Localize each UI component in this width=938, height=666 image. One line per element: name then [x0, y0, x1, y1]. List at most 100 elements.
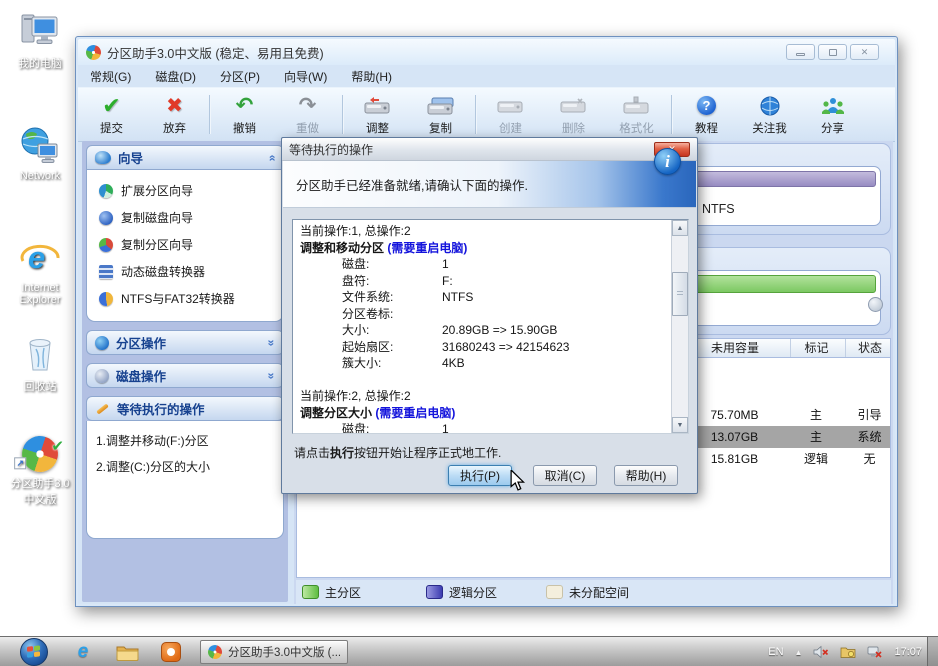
- column-status[interactable]: 状态: [845, 339, 894, 357]
- check-badge-icon: ✔: [52, 437, 65, 455]
- execute-button[interactable]: 执行(P): [448, 465, 512, 486]
- sidebar-item-ntfs-fat32-converter[interactable]: NTFS与FAT32转换器: [87, 285, 283, 312]
- start-button[interactable]: [20, 638, 48, 666]
- maximize-button[interactable]: [818, 44, 847, 60]
- wizard-icon: [95, 151, 111, 164]
- toolbar-follow-button[interactable]: 关注我: [738, 90, 801, 139]
- desktop-icon-partition-assistant[interactable]: ✔ ↗ 分区助手3.0中文版: [7, 430, 73, 507]
- media-app-icon: [161, 642, 181, 662]
- section-header-disk-ops[interactable]: 磁盘操作 »: [86, 363, 284, 388]
- recycle-bin-icon: [7, 333, 73, 375]
- network-icon: [7, 125, 73, 167]
- pencil-icon: [95, 401, 110, 416]
- sidebar-item-extend-partition-wizard[interactable]: 扩展分区向导: [87, 177, 283, 204]
- toolbar-commit-button[interactable]: ✔ 提交: [80, 90, 143, 139]
- desktop-icon-label: 分区助手3.0中文版: [7, 475, 73, 507]
- section-header-partition-ops[interactable]: 分区操作 »: [86, 330, 284, 355]
- toolbar-tutorial-button[interactable]: ? 教程: [675, 90, 738, 139]
- taskbar: e 分区助手3.0中文版 (... EN ▲: [0, 636, 938, 666]
- scrollbar[interactable]: ▲ ▼: [671, 220, 688, 433]
- menu-general[interactable]: 常规(G): [90, 68, 131, 85]
- dynamic-disk-icon: [99, 265, 113, 279]
- tray-network-error-icon[interactable]: [867, 645, 883, 659]
- menu-wizard[interactable]: 向导(W): [284, 68, 327, 85]
- scrollbar-down-button[interactable]: ▼: [672, 417, 688, 433]
- menu-help[interactable]: 帮助(H): [351, 68, 392, 85]
- taskbar-explorer-button[interactable]: [114, 640, 140, 664]
- section-header-pending-ops[interactable]: 等待执行的操作: [86, 396, 284, 421]
- toolbar-undo-button[interactable]: ↶ 撤销: [213, 90, 276, 139]
- toolbar-copy-button[interactable]: 复制: [409, 90, 472, 139]
- desktop-icon-internet-explorer[interactable]: e Internet Explorer: [7, 237, 73, 306]
- operations-list[interactable]: 当前操作:1, 总操作:2 调整和移动分区 (需要重启电脑) 磁盘:1 盘符:F…: [292, 219, 689, 434]
- expand-chevron-icon: »: [267, 372, 277, 379]
- pending-operations-dialog: 等待执行的操作 ✕ 分区助手已经准备就绪,请确认下面的操作. i 当前操作:1,…: [281, 137, 698, 494]
- pending-operations-panel: 1.调整并移动(F:)分区 2.调整(C:)分区的大小: [86, 421, 284, 539]
- scrollbar-thumb[interactable]: [672, 272, 688, 316]
- desktop-icon-network[interactable]: Network: [7, 125, 73, 182]
- collapse-chevron-icon: »: [267, 154, 277, 161]
- pending-op-item[interactable]: 2.调整(C:)分区的大小: [87, 454, 283, 480]
- help-button[interactable]: 帮助(H): [614, 465, 678, 486]
- desktop-icon-recycle-bin[interactable]: 回收站: [7, 333, 73, 394]
- window-titlebar[interactable]: 分区助手3.0中文版 (稳定、易用且免费) ✕: [78, 39, 895, 65]
- logical-swatch: [426, 585, 443, 599]
- tray-security-icon[interactable]: [840, 645, 856, 659]
- legend-unallocated: 未分配空间: [546, 584, 629, 601]
- tray-language-indicator[interactable]: EN: [768, 646, 783, 658]
- tutorial-icon: ?: [697, 94, 716, 118]
- tray-volume-muted-icon[interactable]: [813, 645, 829, 659]
- dialog-titlebar[interactable]: 等待执行的操作 ✕: [282, 138, 697, 161]
- taskbar-app-label: 分区助手3.0中文版 (...: [228, 644, 340, 660]
- copy-partition-wizard-icon: [99, 238, 113, 252]
- op2-name: 调整分区大小: [300, 406, 372, 420]
- op1-header: 当前操作:1, 总操作:2: [300, 223, 664, 240]
- desktop-icon-label: Network: [7, 170, 73, 182]
- op2-restart-warning: (需要重启电脑): [375, 406, 455, 420]
- dialog-message: 分区助手已经准备就绪,请确认下面的操作.: [296, 175, 528, 194]
- tray-expand-icon[interactable]: ▲: [795, 648, 803, 657]
- window-title: 分区助手3.0中文版 (稳定、易用且免费): [107, 43, 324, 62]
- scrollbar-up-button[interactable]: ▲: [672, 220, 688, 236]
- toolbar-share-button[interactable]: 分享: [801, 90, 864, 139]
- desktop-icon-label: 回收站: [7, 378, 73, 394]
- toolbar-separator: [475, 95, 476, 134]
- toolbar-format-button: 格式化: [605, 90, 668, 139]
- taskbar-app-button[interactable]: 分区助手3.0中文版 (...: [200, 640, 348, 664]
- taskbar-ie-button[interactable]: e: [70, 640, 96, 664]
- show-desktop-button[interactable]: [927, 637, 938, 666]
- app-icon: [206, 643, 224, 661]
- folder-icon: [116, 643, 139, 661]
- minimize-button[interactable]: [786, 44, 815, 60]
- dialog-header: 分区助手已经准备就绪,请确认下面的操作.: [283, 161, 696, 208]
- cancel-button[interactable]: 取消(C): [533, 465, 597, 486]
- resize-disk-icon: [364, 94, 391, 118]
- sidebar-item-copy-disk-wizard[interactable]: 复制磁盘向导: [87, 204, 283, 231]
- toolbar: ✔ 提交 ✖ 放弃 ↶ 撤销 ↷ 重做: [78, 87, 895, 142]
- tray-clock[interactable]: 17:07: [894, 646, 922, 658]
- window-close-button[interactable]: ✕: [850, 44, 879, 60]
- delete-disk-icon: [560, 94, 587, 118]
- share-people-icon: [821, 94, 845, 118]
- shortcut-arrow-icon: ↗: [14, 457, 26, 469]
- windows-logo-icon: [27, 645, 41, 659]
- menu-disk[interactable]: 磁盘(D): [155, 68, 196, 85]
- op2-header: 当前操作:2, 总操作:2: [300, 388, 664, 405]
- resize-handle[interactable]: [868, 297, 883, 312]
- toolbar-create-button: 创建: [479, 90, 542, 139]
- pending-op-item[interactable]: 1.调整并移动(F:)分区: [87, 428, 283, 454]
- taskbar-media-button[interactable]: [158, 640, 184, 664]
- legend-logical-partition: 逻辑分区: [426, 584, 497, 601]
- menu-partition[interactable]: 分区(P): [220, 68, 260, 85]
- sidebar-item-copy-partition-wizard[interactable]: 复制分区向导: [87, 231, 283, 258]
- column-flag[interactable]: 标记: [790, 339, 842, 357]
- sidebar-item-dynamic-disk-converter[interactable]: 动态磁盘转换器: [87, 258, 283, 285]
- toolbar-resize-button[interactable]: 调整: [346, 90, 409, 139]
- section-header-wizards[interactable]: 向导 »: [86, 145, 284, 170]
- desktop-icon-my-computer[interactable]: 我的电脑: [7, 10, 73, 71]
- toolbar-discard-button[interactable]: ✖ 放弃: [143, 90, 206, 139]
- disk-ops-icon: [95, 369, 109, 383]
- dialog-title: 等待执行的操作: [289, 141, 373, 158]
- mouse-cursor: [509, 470, 527, 497]
- primary-swatch: [302, 585, 319, 599]
